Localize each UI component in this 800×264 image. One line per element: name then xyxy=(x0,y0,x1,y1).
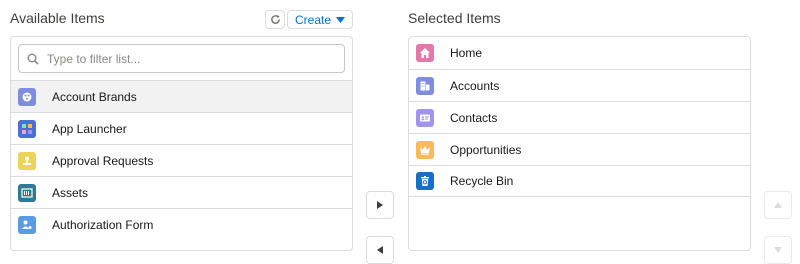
move-up-button[interactable] xyxy=(764,191,792,219)
list-item[interactable]: Recycle Bin xyxy=(409,165,750,197)
move-down-button[interactable] xyxy=(764,236,792,264)
assets-icon xyxy=(18,183,36,202)
selected-items-list: Home Accounts Contacts Opportunities Rec… xyxy=(409,37,750,197)
authorization-form-icon xyxy=(18,215,36,234)
list-item-label: Accounts xyxy=(450,78,500,93)
list-item-label: Opportunities xyxy=(450,142,522,157)
list-item[interactable]: Opportunities xyxy=(409,133,750,165)
move-up-icon xyxy=(774,202,782,208)
contacts-icon xyxy=(416,108,434,127)
list-item[interactable]: Contacts xyxy=(409,101,750,133)
list-item-label: Contacts xyxy=(450,110,498,125)
available-items-list: Account Brands App Launcher Approval Req… xyxy=(11,80,352,240)
move-to-available-button[interactable] xyxy=(366,236,394,264)
list-item[interactable]: Account Brands xyxy=(11,80,352,112)
list-item[interactable]: Approval Requests xyxy=(11,144,352,176)
selected-items-title: Selected Items xyxy=(408,10,501,26)
list-item[interactable]: Assets xyxy=(11,176,352,208)
available-items-title: Available Items xyxy=(10,10,105,26)
filter-placeholder: Type to filter list... xyxy=(47,51,141,66)
list-item[interactable]: Home xyxy=(409,37,750,69)
create-button[interactable]: Create xyxy=(287,10,353,29)
app-launcher-icon xyxy=(18,119,36,138)
create-label: Create xyxy=(294,12,332,27)
move-left-icon xyxy=(377,246,383,254)
list-item-label: Home xyxy=(450,46,483,60)
list-item-label: Authorization Form xyxy=(52,217,154,232)
opportunities-icon xyxy=(416,140,434,159)
accounts-icon xyxy=(416,76,434,95)
list-item[interactable]: Authorization Form xyxy=(11,208,352,240)
chevron-down-icon xyxy=(336,16,346,23)
refresh-button[interactable] xyxy=(265,10,285,29)
account-brands-icon xyxy=(18,87,36,106)
selected-items-panel: Home Accounts Contacts Opportunities Rec… xyxy=(408,36,751,251)
available-items-panel: Type to filter list... Account Brands Ap… xyxy=(10,36,353,251)
refresh-icon xyxy=(270,14,280,24)
list-item-label: Recycle Bin xyxy=(450,174,514,188)
list-item-label: Assets xyxy=(52,185,89,200)
approval-icon xyxy=(18,151,36,170)
list-item[interactable]: App Launcher xyxy=(11,112,352,144)
list-item-label: Approval Requests xyxy=(52,153,154,168)
filter-input[interactable]: Type to filter list... xyxy=(18,44,345,73)
move-down-icon xyxy=(774,247,782,253)
list-item-label: App Launcher xyxy=(52,121,127,136)
move-right-icon xyxy=(377,201,383,209)
home-icon xyxy=(416,44,434,62)
list-item[interactable]: Accounts xyxy=(409,69,750,101)
move-to-selected-button[interactable] xyxy=(366,191,394,219)
list-item-label: Account Brands xyxy=(52,89,137,104)
recycle-bin-icon xyxy=(416,172,434,190)
search-icon xyxy=(27,53,39,65)
